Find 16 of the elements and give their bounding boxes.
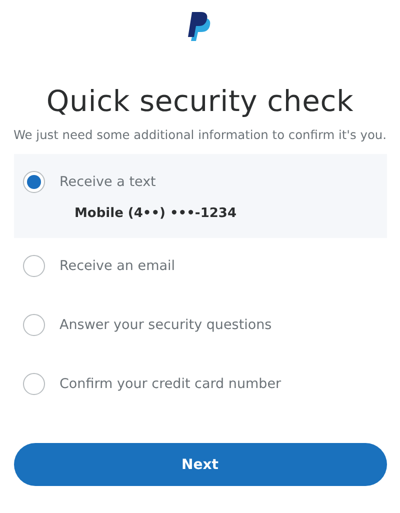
radio-button[interactable]: [22, 171, 44, 193]
next-button[interactable]: Next: [14, 443, 386, 486]
option-label: Answer your security questions: [60, 317, 272, 333]
verification-option[interactable]: Confirm your credit card number: [14, 356, 386, 415]
verification-option[interactable]: Receive a text Mobile (4••) •••-1234: [14, 154, 386, 238]
verification-option[interactable]: Receive an email: [14, 238, 386, 297]
radio-button[interactable]: [22, 373, 44, 395]
option-label: Receive a text: [60, 174, 156, 190]
option-label: Confirm your credit card number: [60, 376, 282, 392]
page-title: Quick security check: [46, 84, 354, 118]
option-label: Receive an email: [60, 258, 175, 274]
page-subtitle: We just need some additional information to confirm it's you.: [13, 128, 387, 142]
radio-button[interactable]: [22, 255, 44, 277]
radio-button[interactable]: [22, 314, 44, 336]
verification-option[interactable]: Answer your security questions: [14, 297, 386, 356]
phone-number: Mobile (4••) •••-1234: [74, 206, 237, 221]
